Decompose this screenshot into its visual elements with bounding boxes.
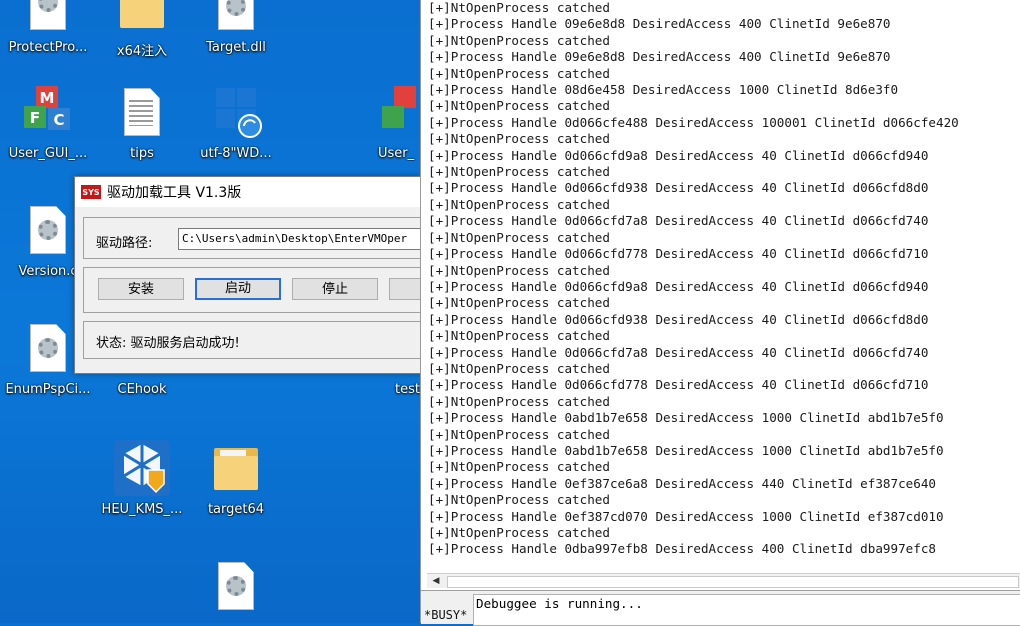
install-button[interactable]: 安装 — [98, 278, 184, 300]
settings-file-icon — [20, 202, 76, 262]
log-line: [+]NtOpenProcess catched — [428, 295, 610, 311]
debug-log-output[interactable]: [+]NtOpenProcess catched [+]Process Handl… — [421, 0, 1020, 572]
svg-text:C: C — [53, 111, 64, 129]
driver-loader-dialog: SYS 驱动加载工具 V1.3版 驱动路径: C:\Users\admin\De… — [74, 176, 475, 374]
log-line: [+]Process Handle 0d066cfd778 DesiredAcc… — [428, 377, 929, 393]
desktop-icon-target64[interactable]: target64 — [188, 440, 284, 517]
command-bar: *BUSY* Debuggee is running... — [421, 590, 1020, 626]
horizontal-scrollbar[interactable]: ◀ — [427, 573, 1020, 588]
log-line: [+]Process Handle 0dba997efb8 DesiredAcc… — [428, 541, 936, 557]
heu-kms-icon — [114, 440, 170, 500]
windows-shield-icon — [208, 84, 264, 144]
desktop-icon-label: CEhook — [117, 382, 167, 397]
log-line: [+]NtOpenProcess catched — [428, 131, 610, 147]
driver-path-input[interactable]: C:\Users\admin\Desktop\EnterVMOper — [178, 228, 443, 250]
log-line: [+]Process Handle 09e6e8d8 DesiredAccess… — [428, 49, 891, 65]
desktop-icon-protectpro[interactable]: ProtectPro... — [0, 0, 96, 55]
log-line: [+]NtOpenProcess catched — [428, 426, 610, 442]
status-group: 状态: 驱动服务启动成功! — [83, 321, 445, 359]
desktop-icon-label: ProtectPro... — [8, 40, 88, 55]
log-line: [+]Process Handle 0d066cfd938 DesiredAcc… — [428, 180, 929, 196]
log-line: [+]Process Handle 09e6e8d8 DesiredAccess… — [428, 16, 891, 32]
log-line: [+]Process Handle 0d066cfd9a8 DesiredAcc… — [428, 147, 929, 163]
desktop-icon-utf8-wd[interactable]: utf-8"WD... — [188, 84, 284, 161]
folder-icon — [208, 440, 264, 500]
log-line: [+]Process Handle 0d066cfd7a8 DesiredAcc… — [428, 213, 929, 229]
log-line: [+]NtOpenProcess catched — [428, 328, 610, 344]
settings-file-icon — [20, 320, 76, 380]
log-line: [+]Process Handle 0d066cfd7a8 DesiredAcc… — [428, 344, 929, 360]
desktop-icon-label: Target.dll — [206, 40, 266, 55]
log-line: [+]Process Handle 0abd1b7e658 DesiredAcc… — [428, 442, 944, 458]
driver-path-label: 驱动路径: — [96, 236, 153, 251]
log-line: [+]NtOpenProcess catched — [428, 65, 610, 81]
log-line: [+]Process Handle 0ef387cd070 DesiredAcc… — [428, 508, 944, 524]
svg-text:F: F — [30, 109, 40, 127]
dialog-title: 驱动加载工具 V1.3版 — [107, 185, 242, 201]
action-buttons-group: 安装 启动 停止 — [83, 267, 475, 313]
desktop-icon-label: User_GUI_... — [8, 146, 88, 161]
log-line: [+]NtOpenProcess catched — [428, 393, 610, 409]
settings-file-icon — [208, 0, 264, 38]
log-line: [+]NtOpenProcess catched — [428, 525, 610, 540]
driver-path-group: 驱动路径: C:\Users\admin\Desktop\EnterVMOper — [83, 217, 445, 259]
start-button[interactable]: 启动 — [195, 278, 281, 300]
log-line: [+]NtOpenProcess catched — [428, 164, 610, 180]
desktop-icon-label: EnumPspCi... — [5, 382, 91, 397]
log-line: [+]Process Handle 0d066cfe488 DesiredAcc… — [428, 114, 959, 130]
desktop-icon-label: HEU_KMS_... — [101, 502, 183, 517]
dialog-title-bar[interactable]: SYS 驱动加载工具 V1.3版 — [75, 177, 421, 207]
desktop-icon-label: target64 — [207, 502, 265, 517]
document-icon — [20, 0, 76, 38]
desktop-icon-label: x64注入 — [116, 44, 168, 59]
desktop-icon-label: tips — [130, 146, 154, 161]
log-line: [+]Process Handle 0abd1b7e658 DesiredAcc… — [428, 410, 944, 426]
command-input[interactable]: Debuggee is running... — [473, 594, 1020, 626]
log-line: [+]NtOpenProcess catched — [428, 360, 610, 376]
scroll-left-arrow-icon[interactable]: ◀ — [429, 575, 443, 587]
log-line: [+]NtOpenProcess catched — [428, 196, 610, 212]
desktop-icon-unnamed[interactable] — [188, 558, 284, 620]
scrollbar-thumb[interactable] — [447, 576, 1019, 588]
svg-text:M: M — [40, 89, 55, 107]
log-line: [+]Process Handle 0ef387ce6a8 DesiredAcc… — [428, 475, 936, 491]
busy-indicator: *BUSY* — [424, 608, 468, 622]
log-line: [+]Process Handle 0d066cfd9a8 DesiredAcc… — [428, 278, 929, 294]
desktop-icon-user-gui[interactable]: M F C User_GUI_... — [0, 84, 96, 161]
desktop-icon-x64-inject[interactable]: x64注入 — [94, 0, 190, 59]
log-line: [+]Process Handle 0d066cfd938 DesiredAcc… — [428, 311, 929, 327]
log-line: [+]NtOpenProcess catched — [428, 459, 610, 475]
stop-button[interactable]: 停止 — [292, 278, 378, 300]
log-line: [+]NtOpenProcess catched — [428, 229, 610, 245]
status-text: 状态: 驱动服务启动成功! — [96, 336, 240, 351]
desktop-icon-tips[interactable]: tips — [94, 84, 190, 161]
mfc-app-icon: M F C — [20, 84, 76, 144]
sys-app-icon: SYS — [81, 185, 101, 199]
log-line: [+]Process Handle 08d6e458 DesiredAccess… — [428, 82, 899, 98]
folder-icon — [114, 0, 170, 38]
settings-file-icon — [208, 558, 264, 618]
desktop-icon-label: utf-8"WD... — [200, 146, 272, 161]
log-line: [+]NtOpenProcess catched — [428, 262, 610, 278]
debugger-window: [+]NtOpenProcess catched [+]Process Handl… — [420, 0, 1020, 626]
text-document-icon — [114, 84, 170, 144]
log-line: [+]NtOpenProcess catched — [428, 32, 610, 48]
log-line: [+]Process Handle 0d066cfd778 DesiredAcc… — [428, 246, 929, 262]
log-line: [+]NtOpenProcess catched — [428, 0, 610, 15]
log-line: [+]NtOpenProcess catched — [428, 98, 610, 114]
log-line: [+]NtOpenProcess catched — [428, 492, 610, 508]
desktop-icon-target-dll[interactable]: Target.dll — [188, 0, 284, 55]
desktop-icon-heu-kms[interactable]: HEU_KMS_... — [94, 440, 190, 517]
